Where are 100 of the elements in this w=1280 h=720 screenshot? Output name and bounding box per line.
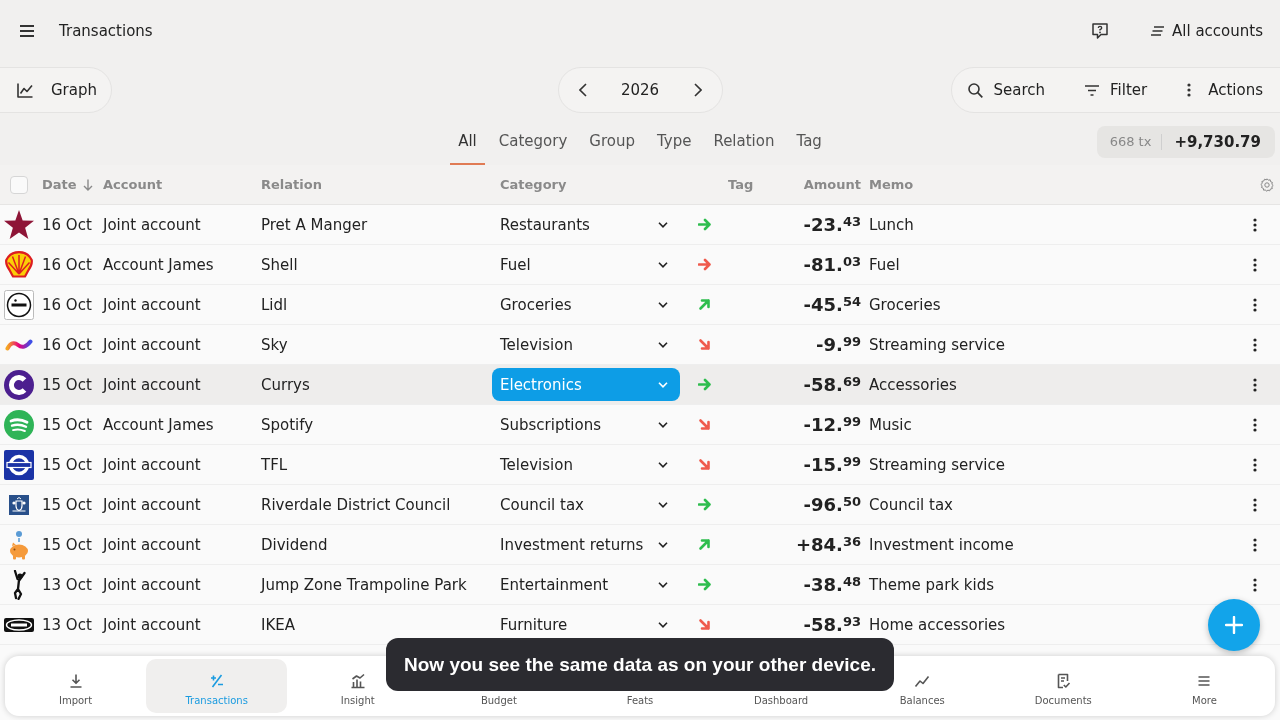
kebab-icon[interactable] xyxy=(1253,217,1257,232)
chevron-down-icon xyxy=(658,341,668,348)
search-button[interactable]: Search xyxy=(967,81,1046,99)
chevron-down-icon xyxy=(658,221,668,228)
chevron-left-icon[interactable] xyxy=(578,83,587,97)
help-chat-icon[interactable] xyxy=(1092,23,1109,39)
category-dropdown[interactable]: Television xyxy=(492,328,680,361)
relation-name: IKEA xyxy=(261,615,295,634)
kebab-icon[interactable] xyxy=(1253,577,1257,592)
amount-value: -23.$^{43}$ xyxy=(803,214,861,235)
sound-arcs-icon xyxy=(4,409,34,440)
chevron-down-icon xyxy=(658,381,668,388)
group-tab[interactable]: Category xyxy=(490,118,576,165)
nav-item[interactable]: More xyxy=(1192,673,1217,706)
relation-name: Jump Zone Trampoline Park xyxy=(261,575,467,594)
menu-icon[interactable] xyxy=(20,25,34,37)
category-dropdown[interactable]: Council tax xyxy=(492,488,680,521)
transaction-date: 16 Oct xyxy=(42,215,92,234)
kebab-icon[interactable] xyxy=(1253,257,1257,272)
chevron-down-icon xyxy=(658,501,668,508)
graph-button[interactable]: Graph xyxy=(0,67,112,113)
transaction-date: 15 Oct xyxy=(42,495,92,514)
nav-item[interactable]: Feats xyxy=(626,695,654,706)
memo-text: Fuel xyxy=(869,255,900,274)
nav-item[interactable]: Budget xyxy=(480,695,517,706)
group-tab[interactable]: Relation xyxy=(705,118,783,165)
gradient-swoosh-icon xyxy=(5,337,33,352)
search-icon xyxy=(967,82,983,98)
account-name: Joint account xyxy=(103,375,201,394)
transaction-date: 16 Oct xyxy=(42,335,92,354)
relation-name: Currys xyxy=(261,375,310,394)
amount-value: -45.$^{54}$ xyxy=(803,294,861,315)
memo-text: Home accessories xyxy=(869,615,1006,634)
category-dropdown[interactable]: Investment returns xyxy=(492,528,680,561)
kebab-icon xyxy=(1187,83,1192,97)
amount-value: -12.$^{99}$ xyxy=(803,414,861,435)
kebab-icon[interactable] xyxy=(1253,497,1257,512)
category-dropdown[interactable]: Furniture xyxy=(492,608,680,641)
transaction-date: 16 Oct xyxy=(42,255,92,274)
transaction-date: 15 Oct xyxy=(42,375,92,394)
plus-minus-icon xyxy=(208,673,225,689)
nav-item[interactable]: Dashboard xyxy=(753,695,809,706)
chevron-right-icon[interactable] xyxy=(693,83,702,97)
piggy-bank-icon xyxy=(8,529,30,560)
line-chart-icon xyxy=(17,82,33,98)
sync-toast: Now you see the same data as on your other device. xyxy=(386,638,894,691)
nav-item[interactable]: Insight xyxy=(340,673,375,706)
plus-icon xyxy=(1225,616,1243,634)
select-all-checkbox[interactable] xyxy=(9,175,28,194)
nav-item[interactable]: Balances xyxy=(899,673,945,706)
kebab-icon[interactable] xyxy=(1253,377,1257,392)
menu-icon xyxy=(1196,673,1213,689)
nav-item[interactable]: Documents xyxy=(1034,673,1092,706)
relation-name: Sky xyxy=(261,335,288,354)
group-tab[interactable]: Type xyxy=(648,118,700,165)
memo-text: Streaming service xyxy=(869,335,1005,354)
amount-value: -58.$^{69}$ xyxy=(803,374,861,395)
nav-item[interactable]: Import xyxy=(58,673,93,706)
category-dropdown[interactable]: Fuel xyxy=(492,248,680,281)
chevron-down-icon xyxy=(658,261,668,268)
chevron-down-icon xyxy=(658,461,668,468)
memo-text: Streaming service xyxy=(869,455,1005,474)
category-dropdown[interactable]: Groceries xyxy=(492,288,680,321)
category-dropdown[interactable]: Subscriptions xyxy=(492,408,680,441)
category-dropdown[interactable]: Entertainment xyxy=(492,568,680,601)
amount-value: -96.$^{50}$ xyxy=(803,494,861,515)
memo-text: Investment income xyxy=(869,535,1014,554)
account-name: Joint account xyxy=(103,495,201,514)
arrow-down-icon xyxy=(82,178,93,191)
group-tab[interactable]: Tag xyxy=(788,118,830,165)
crest-icon xyxy=(9,494,29,515)
roundel-icon xyxy=(4,449,34,480)
kebab-icon[interactable] xyxy=(1253,537,1257,552)
kebab-icon[interactable] xyxy=(1253,417,1257,432)
jumping-figure-icon xyxy=(12,569,26,600)
relation-name: Riverdale District Council xyxy=(261,495,451,514)
memo-text: Theme park kids xyxy=(869,575,995,594)
kebab-icon[interactable] xyxy=(1253,457,1257,472)
account-selector-button[interactable]: All accounts xyxy=(1151,22,1263,40)
filter-icon xyxy=(1085,84,1100,96)
memo-text: Council tax xyxy=(869,495,953,514)
account-name: Joint account xyxy=(103,575,201,594)
amount-value: +84.$^{36}$ xyxy=(795,534,861,555)
account-name: Joint account xyxy=(103,215,201,234)
relation-name: TFL xyxy=(261,455,288,474)
account-name: Joint account xyxy=(103,295,201,314)
chevron-down-icon xyxy=(658,301,668,308)
group-tab[interactable]: Group xyxy=(581,118,643,165)
kebab-icon[interactable] xyxy=(1253,297,1257,312)
transaction-row[interactable]: 15 Oct Joint account Currys Electronics -58.$^{69}$ Accessories xyxy=(0,365,1280,405)
filter-button[interactable]: Filter xyxy=(1085,81,1148,99)
chevron-down-icon xyxy=(658,421,668,428)
chevron-down-icon xyxy=(658,621,668,628)
category-dropdown[interactable]: Television xyxy=(492,448,680,481)
kebab-icon[interactable] xyxy=(1253,337,1257,352)
actions-button[interactable]: Actions xyxy=(1187,81,1263,99)
settings-icon[interactable] xyxy=(1260,177,1274,192)
amount-value: -9.$^{99}$ xyxy=(816,334,861,355)
relation-name: Spotify xyxy=(261,415,314,434)
category-dropdown[interactable]: Restaurants xyxy=(492,208,680,241)
